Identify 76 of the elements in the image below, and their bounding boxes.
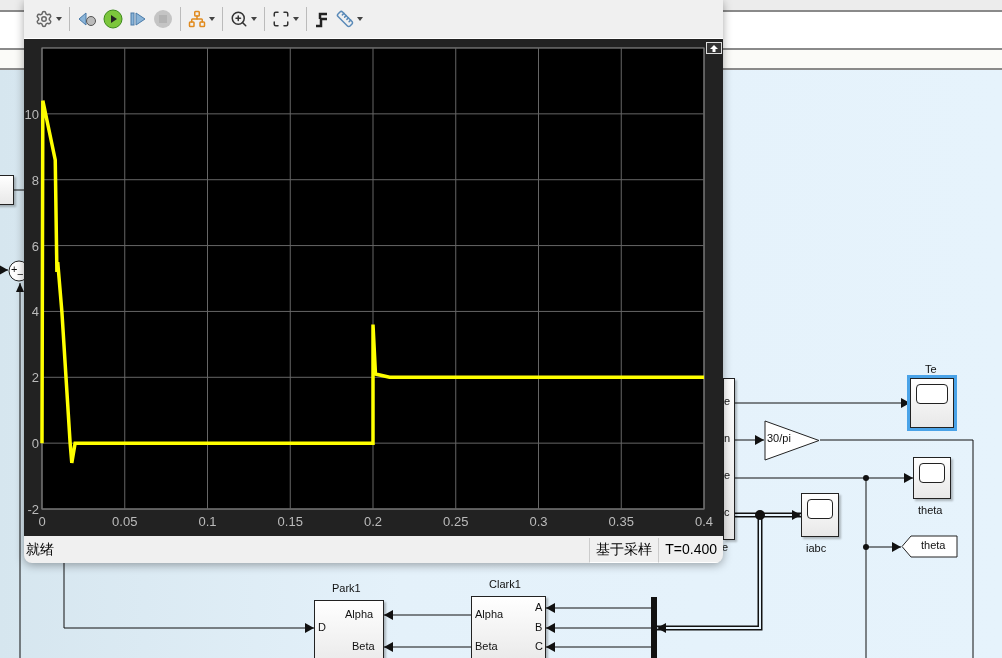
port-label: c <box>724 506 730 518</box>
junction-dot <box>863 544 869 550</box>
port-label: Alpha <box>345 608 374 620</box>
block-name: e <box>722 541 729 553</box>
port-label: Beta <box>475 640 498 652</box>
restore-button[interactable] <box>706 42 722 54</box>
fit-view-icon <box>272 10 290 28</box>
x-tick-label: 0.35 <box>608 514 634 529</box>
port-label: D <box>318 621 326 633</box>
stop-icon <box>153 9 173 29</box>
x-tick-label: 0.3 <box>529 514 548 529</box>
x-tick-label: 0 <box>38 514 46 529</box>
scope-screen-icon <box>916 384 948 404</box>
x-tick-label: 0.2 <box>363 514 383 529</box>
scope-screen-icon <box>807 499 833 519</box>
caret-icon <box>56 17 62 21</box>
subsystem-block[interactable] <box>471 596 546 658</box>
scope-screen-icon <box>919 463 945 483</box>
gain-value: 30/pi <box>767 432 791 444</box>
status-message: 就绪 <box>26 541 55 559</box>
port-label: C <box>535 640 543 652</box>
x-tick-label: 0.05 <box>112 514 138 529</box>
sample-mode: 基于采样 <box>589 537 659 563</box>
block-name: Te <box>925 363 937 375</box>
scope-block[interactable] <box>801 493 839 537</box>
port-label: e <box>724 469 731 481</box>
zoom-in-icon <box>230 10 248 28</box>
block-name: theta <box>918 504 943 516</box>
y-tick-label: 10 <box>24 106 39 122</box>
run-icon <box>103 9 123 29</box>
scope-block[interactable] <box>913 457 951 499</box>
subsystem-block[interactable] <box>723 378 735 540</box>
y-tick-label: 6 <box>31 238 39 254</box>
x-tick-label: 0.15 <box>277 514 303 529</box>
port-label: A <box>535 601 543 613</box>
up-arrow-icon <box>710 44 718 52</box>
caret-icon <box>293 17 299 21</box>
port-label: e <box>724 395 731 407</box>
y-tick-label: -2 <box>27 502 39 517</box>
sum-block[interactable] <box>8 260 24 282</box>
port-label: B <box>535 621 543 633</box>
y-tick-label: 2 <box>31 370 39 386</box>
y-tick-label: 8 <box>31 172 39 188</box>
run-button[interactable] <box>103 8 123 30</box>
block-highlight-icon <box>188 10 206 28</box>
settings-icon <box>35 10 53 28</box>
gain-block[interactable] <box>764 420 820 461</box>
caret-icon <box>357 17 363 21</box>
step-forward-icon <box>129 10 147 28</box>
caret-icon <box>251 17 257 21</box>
port-label: Alpha <box>475 608 504 620</box>
port-label: Beta <box>352 640 375 652</box>
step-back-icon <box>77 10 97 28</box>
measure-button[interactable] <box>336 8 363 30</box>
ruler-icon <box>336 10 354 28</box>
block-name: Clark1 <box>489 578 521 590</box>
settings-button[interactable] <box>35 8 62 30</box>
caret-icon <box>209 17 215 21</box>
x-tick-label: 0.4 <box>694 514 714 529</box>
goto-tag[interactable] <box>901 535 958 558</box>
block-name: iabc <box>806 542 827 554</box>
x-tick-label: 0.25 <box>443 514 469 529</box>
x-tick-label: 0.1 <box>198 514 217 529</box>
port-label: n <box>724 432 731 444</box>
junction-dot <box>755 510 765 520</box>
junction-dot <box>863 475 869 481</box>
scope-block[interactable] <box>910 378 954 428</box>
sum-sign: + <box>11 263 18 275</box>
block-name: Park1 <box>332 582 361 594</box>
sum-sign: − <box>17 268 24 280</box>
tag-name: theta <box>921 539 946 551</box>
sim-time: T=0.400 <box>658 537 723 563</box>
y-tick-label: 4 <box>31 304 39 320</box>
y-tick-label: 0 <box>31 436 39 452</box>
subsystem-block[interactable] <box>314 600 384 658</box>
step-signal-icon <box>314 10 330 28</box>
